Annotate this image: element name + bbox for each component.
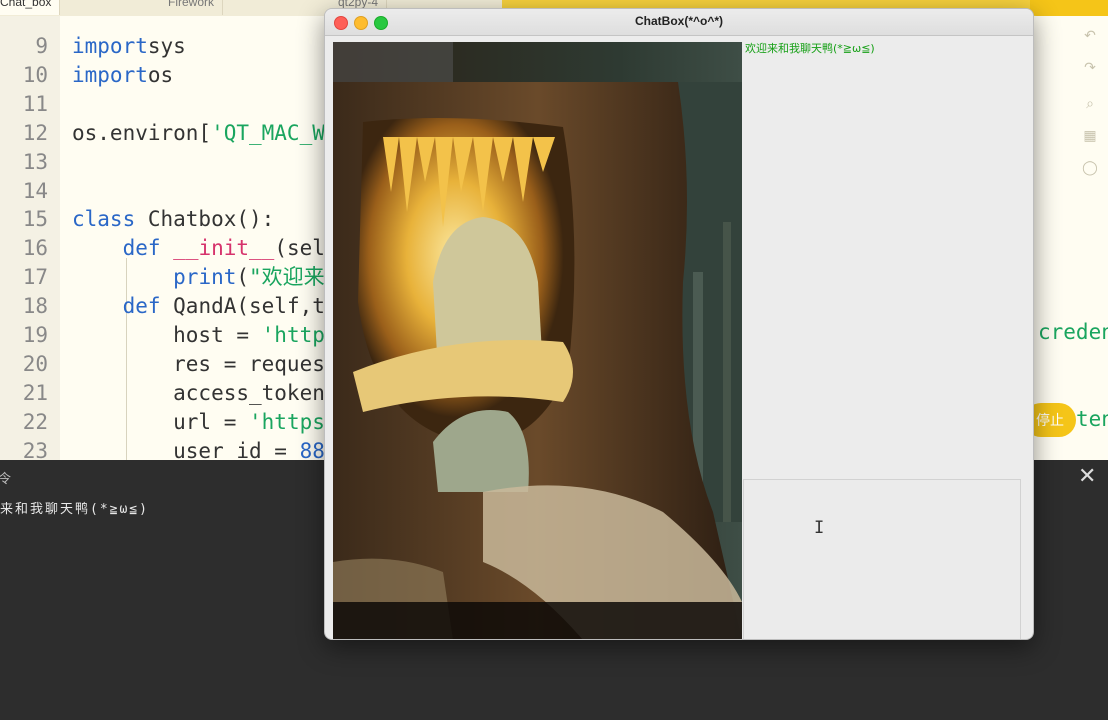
line-number: 10 [22, 62, 48, 87]
line-number: 21 [22, 380, 48, 405]
line-number: 9 [35, 34, 48, 58]
code-text: def QandA(self,t [122, 294, 325, 319]
terminal-output: 来和我聊天鸭(*≧ω≦) [0, 502, 149, 517]
editor-side-toolbar: ↶ ↷ ⌕ ▦ ◯ [1072, 16, 1108, 460]
line-number: 16 [22, 236, 48, 261]
line-number: 12 [22, 120, 48, 145]
undo-icon[interactable]: ↶ [1082, 28, 1098, 44]
code-text: class Chatbox(): [72, 207, 275, 232]
code-text: host = 'http [72, 323, 325, 347]
chat-history-display[interactable]: 欢迎来和我聊天鸭(*≧ω≦) [743, 38, 1021, 461]
terminal-label: 令 [0, 472, 12, 487]
code-text: user_id = 88 [72, 438, 325, 460]
terminal-close-icon[interactable]: ✕ [1078, 464, 1096, 489]
welcome-message: 欢迎来和我聊天鸭(*≧ω≦) [745, 42, 875, 55]
line-number: 13 [22, 149, 48, 174]
code-text: importos [72, 62, 174, 87]
window-title: ChatBox(*^o^*) [634, 14, 723, 28]
text-cursor-icon: I [814, 518, 825, 538]
line-number: 23 [22, 438, 48, 460]
comment-icon[interactable]: ◯ [1082, 160, 1098, 176]
grid-icon[interactable]: ▦ [1082, 128, 1098, 144]
line-number: 14 [22, 178, 48, 203]
window-titlebar[interactable]: ChatBox(*^o^*) [325, 9, 1033, 36]
code-text: print("欢迎来 [173, 265, 325, 290]
tab-chat-box[interactable]: Chat_box [0, 0, 61, 15]
redo-icon[interactable]: ↷ [1082, 60, 1098, 76]
line-number: 20 [22, 351, 48, 376]
code-text: url = 'https [72, 409, 325, 434]
code-text: os.environ['QT_MAC_W [72, 120, 325, 145]
line-number: 15 [22, 207, 48, 232]
line-number: 22 [22, 409, 48, 434]
code-text: def __init__(sel [122, 236, 325, 261]
tab-firework[interactable]: Firework [160, 0, 224, 15]
line-number: 11 [22, 91, 48, 116]
line-number: 18 [22, 294, 48, 319]
line-number: 19 [22, 323, 48, 347]
code-text: res = reques [72, 351, 325, 376]
code-text: access_token [72, 380, 325, 405]
run-indicator [1030, 0, 1108, 16]
search-icon[interactable]: ⌕ [1082, 96, 1098, 112]
line-number: 17 [22, 265, 48, 290]
code-text: importsys [72, 34, 186, 58]
chatbox-window: ChatBox(*^o^*) 欢迎来和我聊天鸭(*≧ω≦) I [324, 8, 1034, 640]
tree-cave-image [333, 42, 742, 639]
chat-input-field[interactable]: I [743, 479, 1021, 639]
